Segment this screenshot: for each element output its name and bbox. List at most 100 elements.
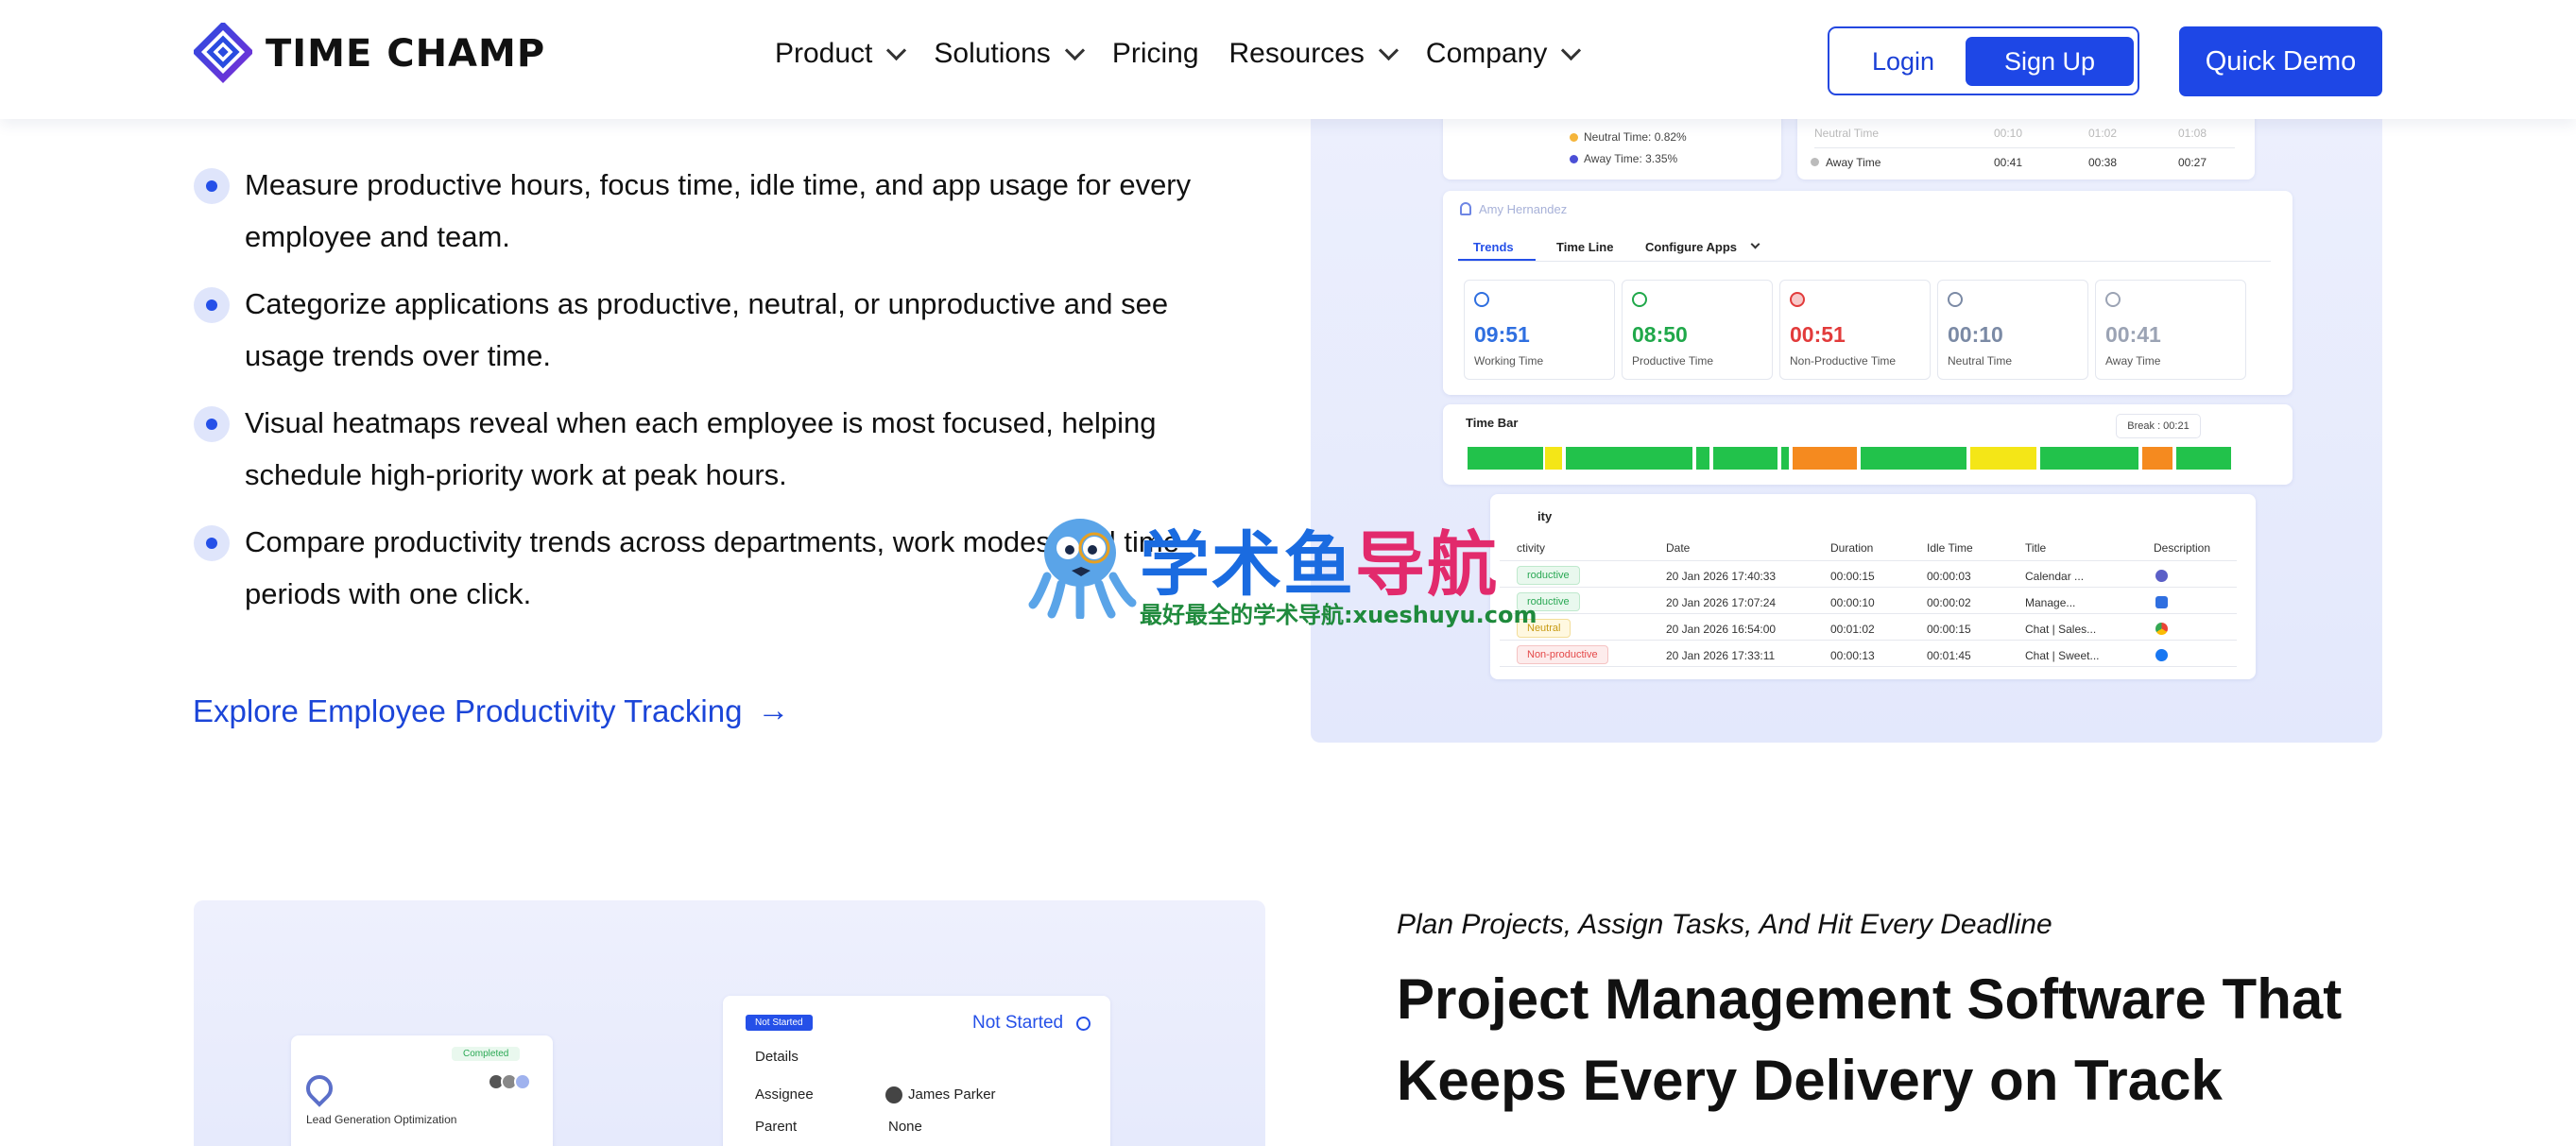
column-header: Title — [2025, 541, 2047, 555]
table-cell: 00:01:02 — [1830, 623, 1875, 636]
stat-value: 09:51 — [1474, 322, 1530, 347]
tab-active-indicator — [1458, 259, 1536, 261]
logo[interactable]: TIME CHAMP — [194, 23, 545, 85]
parent-value: None — [888, 1119, 922, 1135]
feature-item: Measure productive hours, focus time, id… — [194, 159, 1195, 263]
arrow-right-icon: → — [757, 693, 790, 728]
stat-label: Away Time — [2105, 354, 2161, 368]
neutral-icon — [1948, 292, 1963, 307]
chevron-down-icon — [1750, 239, 1760, 249]
stat-label: Working Time — [1474, 354, 1544, 368]
table-cell: 00:00:13 — [1830, 649, 1875, 662]
stat-value: 00:51 — [1790, 322, 1846, 347]
feature-text: Measure productive hours, focus time, id… — [245, 168, 1192, 253]
table-cell: Chat | Sales... — [2025, 623, 2097, 636]
facebook-icon — [2155, 649, 2168, 661]
table-cell: 20 Jan 2026 16:54:00 — [1666, 623, 1777, 636]
nav-solutions[interactable]: Solutions — [934, 38, 1085, 70]
section-subtitle: Plan Projects, Assign Tasks, And Hit Eve… — [1397, 909, 2052, 940]
timeline-segment[interactable] — [2176, 447, 2231, 470]
feature-item: Visual heatmaps reveal when each employe… — [194, 397, 1195, 501]
table-cell: 00:38 — [2088, 155, 2118, 169]
explore-productivity-link[interactable]: Explore Employee Productivity Tracking → — [193, 693, 789, 729]
nav-pricing[interactable]: Pricing — [1112, 38, 1199, 70]
bullet-dot-icon — [194, 406, 230, 442]
bullet-dot-icon — [194, 287, 230, 323]
feature-text: Categorize applications as productive, n… — [245, 287, 1169, 372]
table-cell: 00:00:03 — [1927, 570, 1971, 583]
away-dot-icon — [1811, 156, 1825, 169]
activity-type-badge: Non-productive — [1517, 645, 1608, 664]
stat-label: Productive Time — [1632, 354, 1714, 368]
signup-button[interactable]: Sign Up — [1966, 37, 2134, 86]
login-button[interactable]: Login — [1846, 38, 1960, 85]
table-cell: 00:10 — [1994, 127, 2023, 140]
status-badge: Not Started — [746, 1015, 813, 1031]
trends-card: Amy Hernandez Trends Time Line Configure… — [1443, 191, 2293, 395]
stat-non-productive-time: 00:51 Non-Productive Time — [1779, 280, 1931, 380]
nav-product[interactable]: Product — [775, 38, 907, 70]
timeline-segment[interactable] — [1713, 447, 1777, 470]
tab-trends[interactable]: Trends — [1473, 240, 1514, 254]
nav-company-label: Company — [1425, 38, 1548, 69]
column-header: Idle Time — [1927, 541, 1973, 555]
outlook-icon — [2155, 596, 2168, 608]
watermark-title-pink: 导航 — [1355, 524, 1499, 606]
timeline-segment[interactable] — [1970, 447, 2036, 470]
timeline-segment[interactable] — [1861, 447, 1966, 470]
row-divider — [1500, 587, 2237, 588]
table-cell: Calendar ... — [2025, 570, 2085, 583]
timeline-segment[interactable] — [1696, 447, 1709, 470]
legend-neutral: Neutral Time: 0.82% — [1570, 130, 1687, 144]
nav-company[interactable]: Company — [1425, 38, 1582, 70]
legend-label: Away Time: 3.35% — [1584, 152, 1678, 165]
table-row: Away Time 00:41 00:38 00:27 — [1811, 147, 2235, 176]
table-cell: Away Time — [1826, 155, 1881, 169]
dashboard-preview: Neutral Time: 0.82% Away Time: 3.35% Neu… — [1311, 119, 2382, 743]
main-nav: Product Solutions Pricing Resources Comp… — [775, 38, 1608, 70]
timeline-segment[interactable] — [1468, 447, 1543, 470]
away-clock-icon — [2105, 292, 2121, 307]
nav-resources[interactable]: Resources — [1229, 38, 1400, 70]
timeline-segment[interactable] — [1793, 447, 1857, 470]
section-title: Project Management Software That Keeps E… — [1397, 967, 2343, 1112]
legend-dot-icon — [1570, 132, 1578, 142]
status-dropdown[interactable]: Not Started — [972, 1013, 1063, 1034]
legend-away: Away Time: 3.35% — [1570, 152, 1677, 165]
quick-demo-button[interactable]: Quick Demo — [2179, 26, 2382, 96]
tab-timeline[interactable]: Time Line — [1556, 240, 1613, 254]
donut-card: Neutral Time: 0.82% Away Time: 3.35% — [1443, 119, 1781, 180]
time-bar-card: Time Bar Break : 00:21 — [1443, 404, 2293, 485]
timeline-segment[interactable] — [1781, 447, 1789, 470]
stat-away-time: 00:41 Away Time — [2095, 280, 2246, 380]
stat-productive-time: 08:50 Productive Time — [1622, 280, 1773, 380]
table-cell: 00:00:10 — [1830, 596, 1875, 609]
clock-icon — [1474, 292, 1489, 307]
timeline-segment[interactable] — [2142, 447, 2172, 470]
table-cell: 00:00:15 — [1927, 623, 1971, 636]
watermark-title-blue: 学术鱼 — [1140, 524, 1355, 606]
completed-badge: Completed — [452, 1047, 521, 1061]
tab-divider — [1458, 261, 2271, 262]
column-header: Description — [2154, 541, 2211, 555]
table-cell: 20 Jan 2026 17:40:33 — [1666, 570, 1777, 583]
status-play-icon[interactable] — [1076, 1017, 1091, 1031]
table-row: Neutral Time 00:10 01:02 01:08 — [1814, 119, 2235, 147]
logo-icon — [194, 23, 252, 83]
timeline-segment[interactable] — [1566, 447, 1692, 470]
site-header: TIME CHAMP Product Solutions Pricing Res… — [0, 0, 2576, 119]
row-divider — [1500, 613, 2237, 614]
legend-dot-icon — [1570, 154, 1578, 163]
timeline-segment[interactable] — [2040, 447, 2138, 470]
avatar — [885, 1086, 902, 1103]
alert-circle-icon — [1790, 292, 1805, 307]
nav-pricing-label: Pricing — [1111, 38, 1199, 69]
timeline-segment[interactable] — [1545, 447, 1562, 470]
stat-label: Neutral Time — [1948, 354, 2013, 368]
legend-label: Neutral Time: 0.82% — [1584, 130, 1687, 144]
tab-configure-apps[interactable]: Configure Apps — [1645, 240, 1737, 254]
watermark-subtitle: 最好最全的学术导航:xueshuyu.com — [1140, 602, 1537, 628]
break-tooltip: Break : 00:21 — [2116, 414, 2201, 438]
bullet-dot-icon — [194, 525, 230, 561]
row-divider — [1500, 640, 2237, 641]
